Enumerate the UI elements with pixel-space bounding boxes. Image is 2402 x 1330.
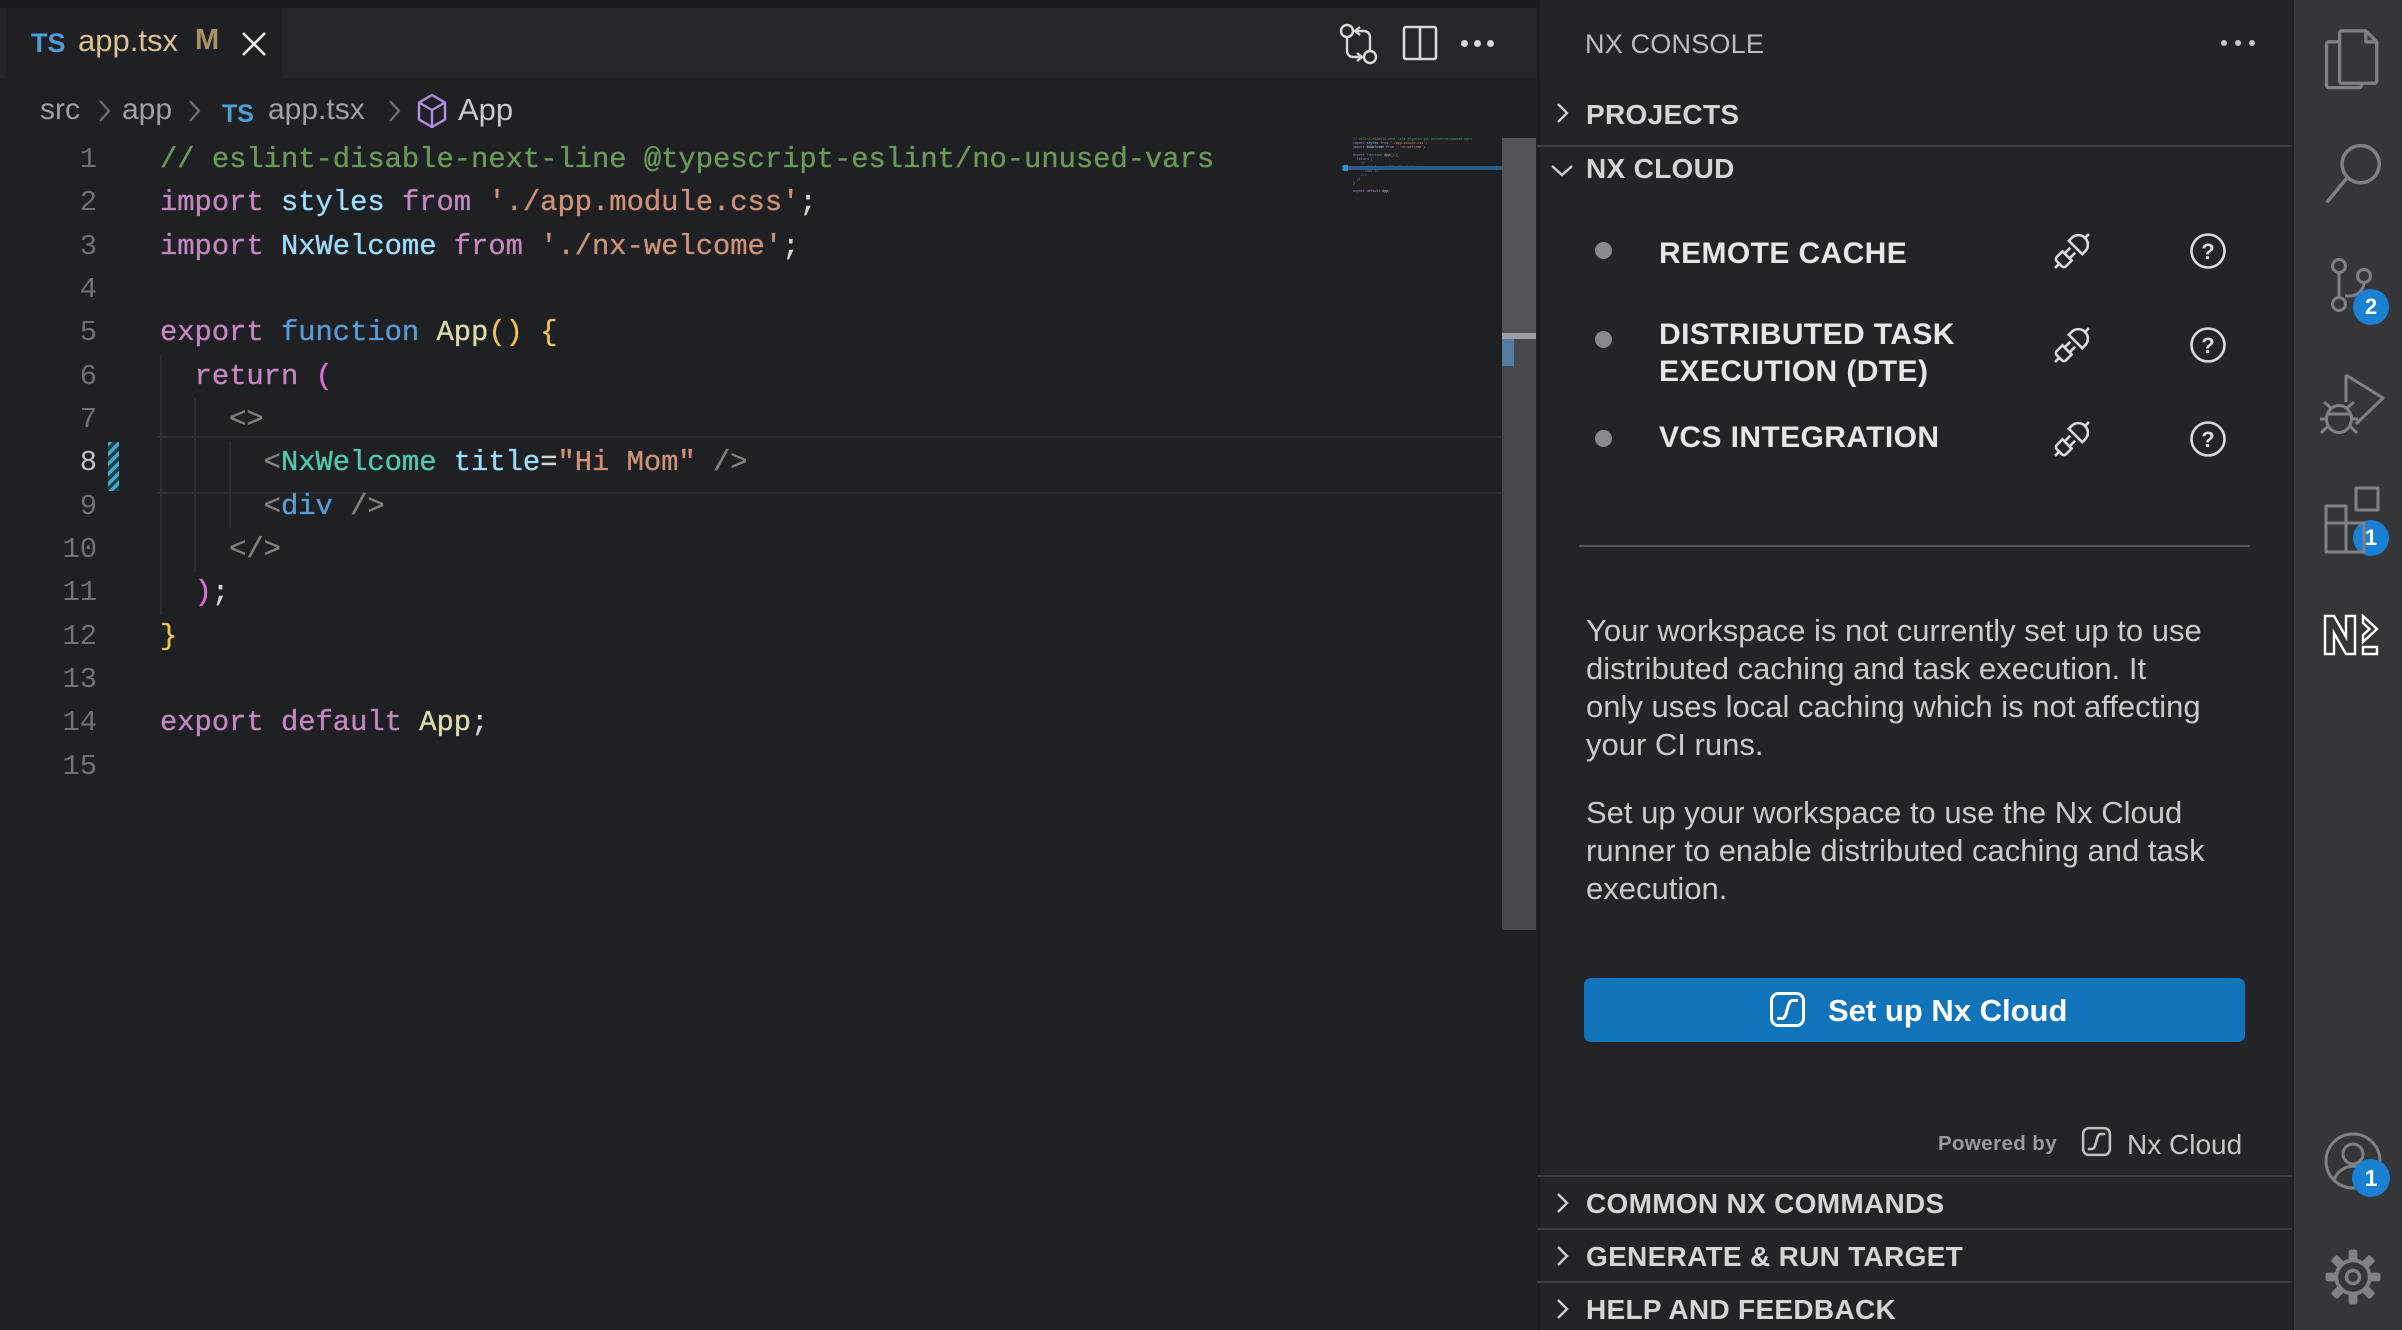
svg-text:?: ? [2201,239,2214,264]
svg-text:?: ? [2201,333,2214,358]
svg-text:?: ? [2201,427,2214,452]
